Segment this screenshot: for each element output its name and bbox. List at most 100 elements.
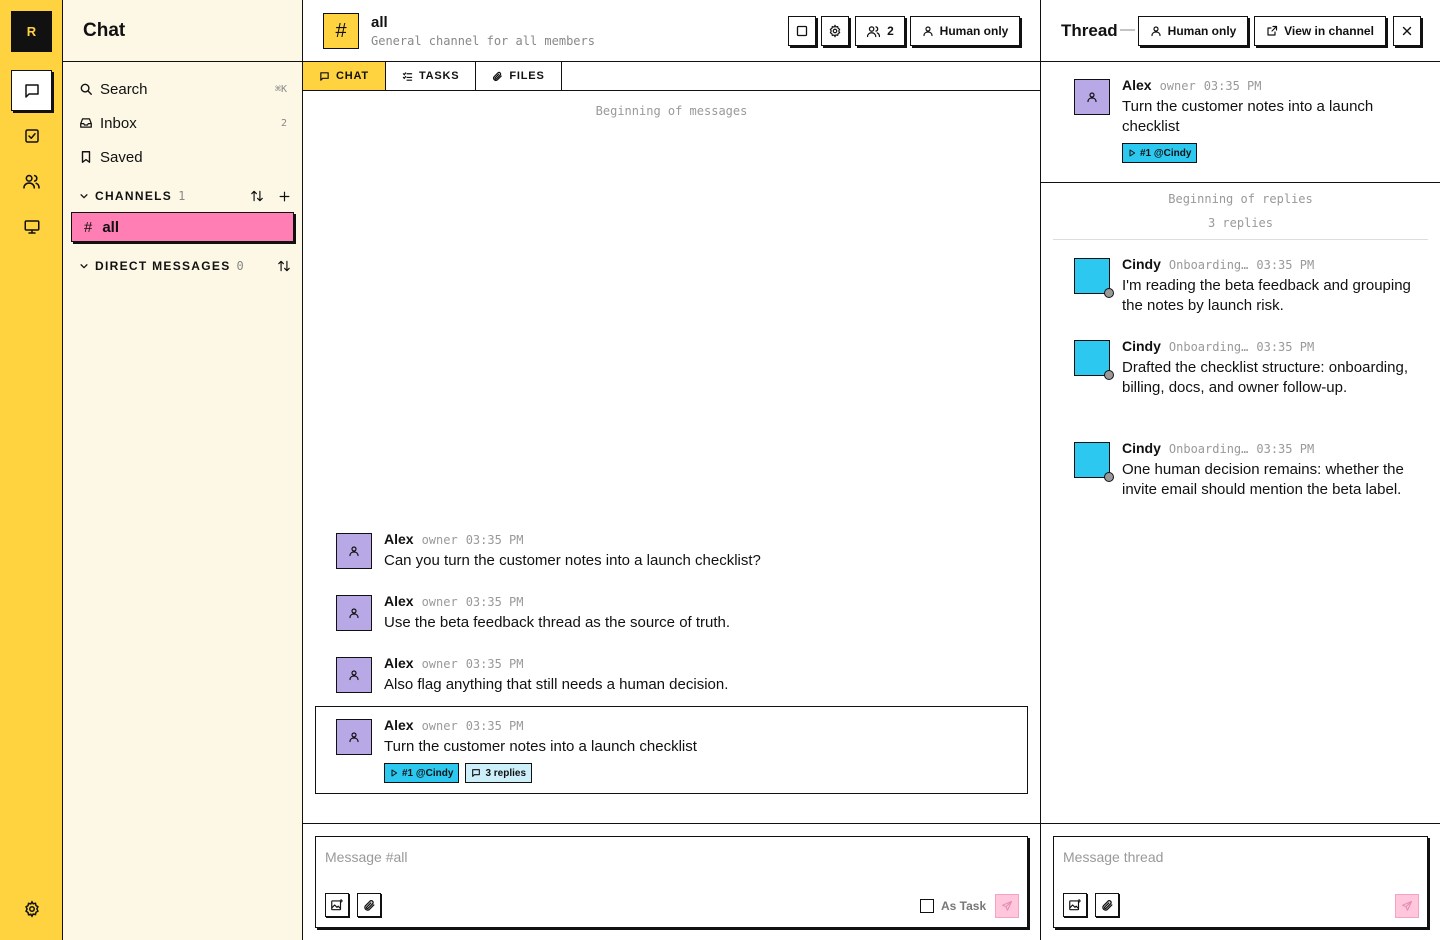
close-thread-button[interactable] [1393, 16, 1421, 46]
play-icon [391, 769, 398, 777]
replies-chip[interactable]: 3 replies [465, 763, 533, 783]
message-author[interactable]: Alex [1122, 77, 1152, 93]
tab-files[interactable]: FILES [476, 62, 562, 90]
beginning-of-replies: Beginning of replies [1168, 192, 1313, 206]
message-item[interactable]: Alex owner 03:35 PM Use the beta feedback … [336, 593, 1016, 651]
person-icon [1151, 26, 1161, 37]
message-time: 03:35 PM [465, 719, 524, 733]
thread-human-only-button[interactable]: Human only [1138, 16, 1248, 46]
paperclip-icon [493, 71, 503, 81]
attach-file-button[interactable] [357, 893, 381, 917]
view-in-channel-label: View in channel [1284, 24, 1374, 38]
rail-people-button[interactable] [11, 161, 52, 202]
message-author[interactable]: Cindy [1122, 338, 1161, 354]
message-role: owner [1159, 79, 1196, 93]
workspace-logo[interactable]: R [11, 11, 52, 52]
message-text: Also flag anything that still needs a hu… [384, 676, 729, 693]
message-author[interactable]: Cindy [1122, 256, 1161, 272]
message-author[interactable]: Alex [384, 717, 414, 733]
dm-count: 0 [236, 259, 244, 273]
composer-placeholder: Message thread [1063, 849, 1164, 865]
composer-placeholder: Message #all [325, 849, 408, 865]
sidebar-item-saved[interactable]: Saved [79, 142, 287, 172]
thread-title: Thread [1061, 21, 1118, 40]
channels-header-label: CHANNELS [95, 189, 173, 203]
send-button[interactable] [1395, 894, 1419, 918]
thread-composer-divider [1041, 823, 1440, 824]
thread-title-separator: — [1120, 21, 1135, 38]
sort-channels-button[interactable] [250, 189, 264, 203]
rail-tasks-button[interactable] [11, 115, 52, 156]
image-icon [331, 899, 343, 911]
add-channel-button[interactable] [278, 190, 291, 203]
send-button[interactable] [995, 894, 1019, 918]
sidebar-item-inbox[interactable]: Inbox 2 [79, 108, 287, 138]
avatar [336, 657, 372, 693]
message-author[interactable]: Cindy [1122, 440, 1161, 456]
square-icon [796, 25, 808, 37]
message-time: 03:35 PM [465, 533, 524, 547]
reply-icon [472, 769, 481, 777]
image-icon [1069, 899, 1081, 911]
reply-count: 3 replies [1207, 216, 1274, 230]
message-author[interactable]: Alex [384, 655, 414, 671]
task-chip[interactable]: #1 @Cindy [384, 763, 460, 783]
message-text: I'm reading the beta feedback and groupi… [1122, 277, 1411, 314]
message-time: 03:35 PM [1256, 442, 1315, 456]
channels-section-header[interactable]: CHANNELS 1 [79, 184, 291, 208]
mode-label: Human only [1167, 24, 1237, 38]
message-item-selected[interactable]: Alex owner 03:35 PM Turn the customer note… [336, 717, 1016, 787]
people-icon [23, 174, 40, 189]
as-task-checkbox[interactable] [920, 899, 934, 913]
channel-tabs: CHAT TASKS FILES [303, 62, 1041, 91]
avatar [336, 595, 372, 631]
rail-chat-button[interactable] [11, 70, 52, 111]
sidebar-item-label: Search [100, 80, 148, 98]
tab-chat[interactable]: CHAT [303, 62, 386, 90]
human-only-button[interactable]: Human only [910, 16, 1020, 46]
inbox-icon [79, 116, 93, 130]
replies-chip-label: 3 replies [485, 767, 527, 779]
toggle-panel-button[interactable] [788, 16, 816, 46]
rail-settings-button[interactable] [11, 888, 52, 929]
message-time: 03:35 PM [465, 657, 524, 671]
attach-file-button[interactable] [1095, 893, 1119, 917]
thread-composer[interactable]: Message thread [1053, 836, 1428, 928]
message-item[interactable]: Alex owner 03:35 PM Also flag anything tha… [336, 655, 1016, 703]
tab-tasks[interactable]: TASKS [386, 62, 477, 90]
message-text: Drafted the checklist structure: onboard… [1122, 359, 1408, 396]
thread-panel: Thread — Human only View in channel Alex… [1041, 0, 1440, 940]
thread-reply[interactable]: Cindy Onboarding… 03:35 PM Drafted the che… [1074, 338, 1424, 430]
view-in-channel-button[interactable]: View in channel [1254, 16, 1386, 46]
hash-icon: # [84, 218, 93, 236]
thread-reply[interactable]: Cindy Onboarding… 03:35 PM I'm reading the… [1074, 256, 1424, 328]
message-item[interactable]: Alex owner 03:35 PM Can you turn the custo… [336, 531, 1016, 589]
sidebar-channel-all[interactable]: # all [71, 212, 294, 242]
direct-messages-section-header[interactable]: DIRECT MESSAGES 0 [79, 254, 291, 278]
add-image-button[interactable] [1063, 893, 1087, 917]
channel-settings-button[interactable] [821, 16, 849, 46]
task-chip[interactable]: #1 @Cindy [1122, 143, 1198, 163]
rail-computer-button[interactable] [11, 206, 52, 247]
thread-parent-message[interactable]: Alex owner 03:35 PM Turn the customer note… [1074, 77, 1424, 169]
sort-icon [278, 260, 290, 272]
thread-reply[interactable]: Cindy Onboarding… 03:35 PM One human decis… [1074, 440, 1424, 512]
list-icon [402, 71, 413, 81]
message-composer[interactable]: Message #all As Task [315, 836, 1028, 928]
composer-divider [303, 823, 1041, 824]
message-author[interactable]: Alex [384, 593, 414, 609]
add-image-button[interactable] [325, 893, 349, 917]
send-icon [1401, 900, 1413, 911]
sidebar-item-label: Inbox [100, 114, 137, 132]
sidebar: Chat Search ⌘K Inbox 2 Saved CHANNELS 1 … [63, 0, 303, 940]
message-time: 03:35 PM [1256, 340, 1315, 354]
mode-label: Human only [939, 24, 1009, 38]
members-button[interactable]: 2 [855, 16, 905, 46]
sidebar-item-search[interactable]: Search ⌘K [79, 74, 287, 104]
message-author[interactable]: Alex [384, 531, 414, 547]
person-icon [349, 670, 359, 681]
sort-dms-button[interactable] [277, 259, 291, 273]
as-task-toggle[interactable]: As Task [920, 899, 986, 913]
thread-parent-section: Alex owner 03:35 PM Turn the customer note… [1041, 62, 1440, 183]
message-text: One human decision remains: whether the … [1122, 461, 1404, 498]
